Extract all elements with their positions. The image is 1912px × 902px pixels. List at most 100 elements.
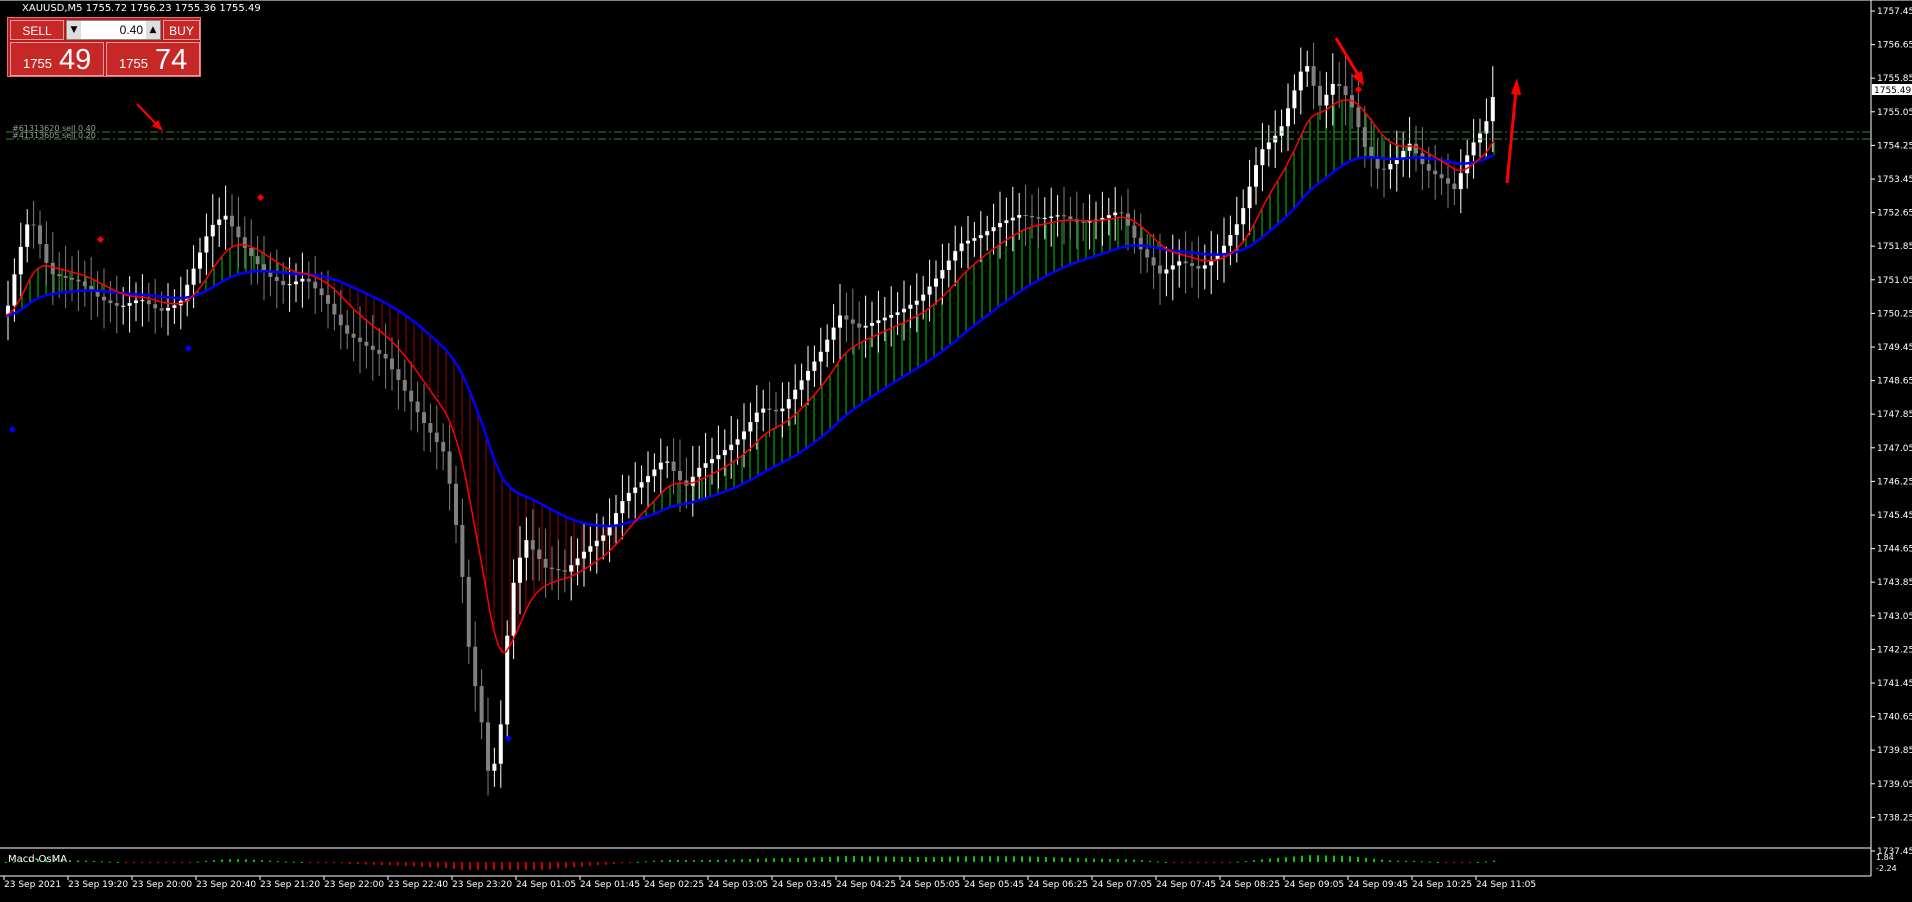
candle-body xyxy=(454,483,458,525)
osma-bar xyxy=(1197,862,1199,863)
osma-bar xyxy=(1157,861,1159,863)
osma-bar xyxy=(685,860,687,862)
candle-body xyxy=(671,461,676,471)
osma-bar xyxy=(1125,859,1127,862)
buy-price-button[interactable]: 1755 74 xyxy=(106,42,200,76)
candle-body xyxy=(121,305,126,307)
candle-body xyxy=(729,444,734,451)
osma-bar xyxy=(1061,857,1063,862)
candle-body xyxy=(159,308,164,311)
candle-body xyxy=(294,281,298,285)
candle-body xyxy=(390,358,394,370)
current-price-label: 1755.49 xyxy=(1874,86,1911,96)
candle-body xyxy=(1286,108,1290,127)
time-tick-label: 23 Sep 2021 xyxy=(4,880,61,890)
candle-body xyxy=(1318,85,1322,106)
sell-price-major: 1755 xyxy=(23,56,52,71)
osma-bar xyxy=(117,861,119,863)
osma-bar xyxy=(1437,861,1439,863)
candle-body xyxy=(274,276,279,281)
osma-bar xyxy=(781,858,783,862)
price-chart[interactable]: #61313620 sell 0.40 #41313605 sell 0.20 … xyxy=(0,0,1912,898)
osma-bar xyxy=(349,862,351,864)
osma-bar xyxy=(157,862,159,863)
osma-bar xyxy=(309,862,311,863)
candle-body xyxy=(396,369,401,381)
buy-button[interactable]: BUY xyxy=(163,20,200,40)
candle-body xyxy=(1202,265,1207,269)
one-click-trading-panel[interactable]: SELL ▼ ▲ BUY 1755 49 1755 74 xyxy=(7,17,201,77)
candle-body xyxy=(1241,208,1246,225)
candle-body xyxy=(300,278,305,282)
ohlc-values: 1755.72 1756.23 1755.36 1755.49 xyxy=(85,3,261,14)
time-tick-label: 24 Sep 01:45 xyxy=(580,880,640,890)
candle-body xyxy=(441,442,446,452)
osma-bar xyxy=(93,860,95,862)
candle-body xyxy=(166,307,170,311)
osma-bar xyxy=(189,862,191,863)
candle-body xyxy=(895,312,900,315)
candle-body xyxy=(946,260,951,270)
osma-bar xyxy=(397,862,399,866)
candle-body xyxy=(358,337,362,342)
candle-body xyxy=(76,279,81,282)
candle-body xyxy=(927,286,932,295)
candle-body xyxy=(1062,215,1066,217)
indicator-name: Macd-OsMA xyxy=(8,854,67,865)
candle-body xyxy=(876,320,881,324)
price-tick-label: 1739.05 xyxy=(1877,780,1912,790)
candle-body xyxy=(703,463,708,468)
sell-price-button[interactable]: 1755 49 xyxy=(10,42,104,76)
price-tick-label: 1740.65 xyxy=(1877,713,1912,723)
candle-body xyxy=(902,308,906,313)
lot-size-input[interactable] xyxy=(83,21,143,39)
candle-body xyxy=(1228,235,1233,246)
chevron-up-icon[interactable]: ▲ xyxy=(146,21,160,39)
price-tick-label: 1750.25 xyxy=(1877,309,1912,319)
candle-body xyxy=(1023,215,1028,217)
time-tick-label: 24 Sep 08:25 xyxy=(1220,880,1280,890)
osma-bar xyxy=(533,862,535,870)
candle-body xyxy=(1414,143,1418,154)
time-tick-label: 23 Sep 22:40 xyxy=(388,880,448,890)
candle-body xyxy=(326,295,330,304)
osma-bar xyxy=(1429,861,1431,863)
candle-body xyxy=(70,277,74,280)
candle-body xyxy=(1362,127,1367,147)
osma-bar xyxy=(621,862,623,864)
candle-body xyxy=(114,303,119,306)
time-tick-label: 23 Sep 23:20 xyxy=(452,880,512,890)
osma-bar xyxy=(893,856,895,862)
osma-bar xyxy=(277,861,279,863)
candle-body xyxy=(716,455,721,460)
candle-body xyxy=(1337,83,1342,87)
osma-bar xyxy=(1133,859,1135,862)
time-tick-label: 24 Sep 04:25 xyxy=(836,880,896,890)
candle-body xyxy=(530,540,535,550)
sell-button[interactable]: SELL xyxy=(10,20,64,40)
osma-bar xyxy=(141,862,143,863)
candle-body xyxy=(697,467,702,477)
chevron-down-icon[interactable]: ▼ xyxy=(67,21,81,39)
candle-body xyxy=(255,256,260,265)
osma-bar xyxy=(845,856,847,862)
candle-body xyxy=(1190,263,1194,266)
time-tick-label: 24 Sep 07:05 xyxy=(1092,880,1152,890)
candle-body xyxy=(204,236,209,253)
osma-bar xyxy=(1309,855,1311,862)
osma-bar xyxy=(829,856,831,862)
candle-body xyxy=(306,278,311,282)
osma-bar xyxy=(1221,862,1223,863)
candle-body xyxy=(991,227,996,232)
osma-bar xyxy=(373,862,375,865)
osma-bar xyxy=(285,861,287,863)
osma-bar xyxy=(693,860,695,862)
chart-area[interactable]: #61313620 sell 0.40 #41313605 sell 0.20 … xyxy=(0,0,1912,898)
price-tick-label: 1747.85 xyxy=(1877,410,1912,420)
candle-body xyxy=(633,487,638,493)
candle-body xyxy=(998,223,1002,228)
candle-body xyxy=(1298,71,1303,91)
osma-bar xyxy=(837,856,839,862)
osma-bar xyxy=(1173,862,1175,863)
lot-stepper[interactable]: ▼ ▲ xyxy=(66,20,161,40)
